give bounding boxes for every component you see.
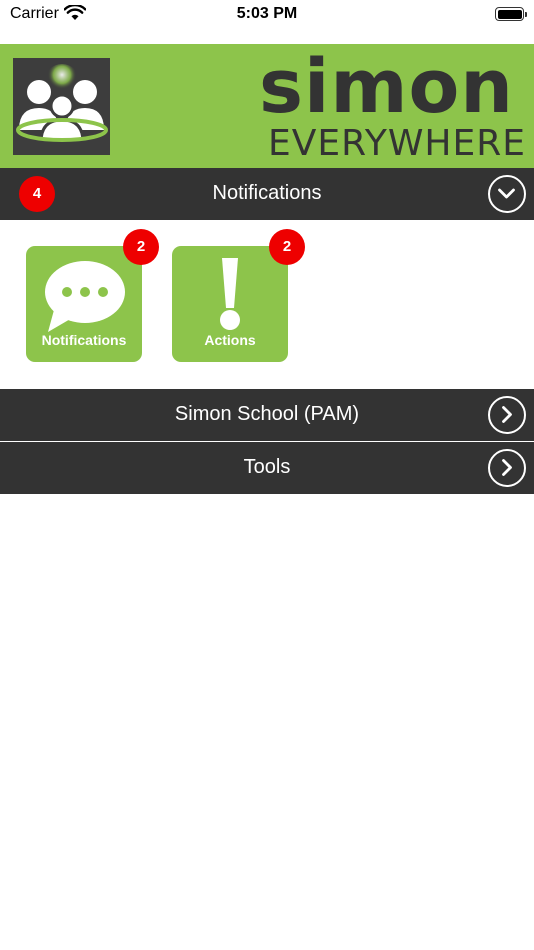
chevron-right-icon <box>502 406 512 423</box>
tools-section-bar[interactable]: Tools <box>0 442 534 494</box>
chevron-down-icon <box>498 188 515 199</box>
chevron-right-icon <box>502 459 512 476</box>
brand-header: simon EVERYWHERE <box>0 44 534 168</box>
collapse-button[interactable] <box>488 175 526 213</box>
status-bar: Carrier 5:03 PM <box>0 0 534 44</box>
tile-badge: 2 <box>123 229 159 265</box>
section-title: Tools <box>243 456 291 478</box>
notifications-section-bar[interactable]: 4 Notifications <box>0 168 534 220</box>
tile-badge: 2 <box>269 229 305 265</box>
status-time: 5:03 PM <box>236 5 298 22</box>
expand-button[interactable] <box>488 396 526 434</box>
notifications-tile[interactable]: Notifications 2 <box>26 229 159 362</box>
simon-school-section-bar[interactable]: Simon School (PAM) <box>0 389 534 441</box>
brand-subtitle: EVERYWHERE <box>268 123 526 164</box>
tile-label: Notifications <box>41 332 127 348</box>
brand-name: simon <box>258 44 514 130</box>
tile-label: Actions <box>204 332 256 348</box>
expand-button[interactable] <box>488 449 526 487</box>
app-screen: Carrier 5:03 PM simon EVERYWHERE 4 Notif… <box>0 0 534 950</box>
section-title: Simon School (PAM) <box>174 403 360 425</box>
actions-tile[interactable]: Actions 2 <box>172 229 305 362</box>
people-group-icon <box>16 64 108 144</box>
battery-icon <box>495 7 527 21</box>
app-logo <box>13 58 110 155</box>
section-title: Notifications <box>212 182 322 204</box>
